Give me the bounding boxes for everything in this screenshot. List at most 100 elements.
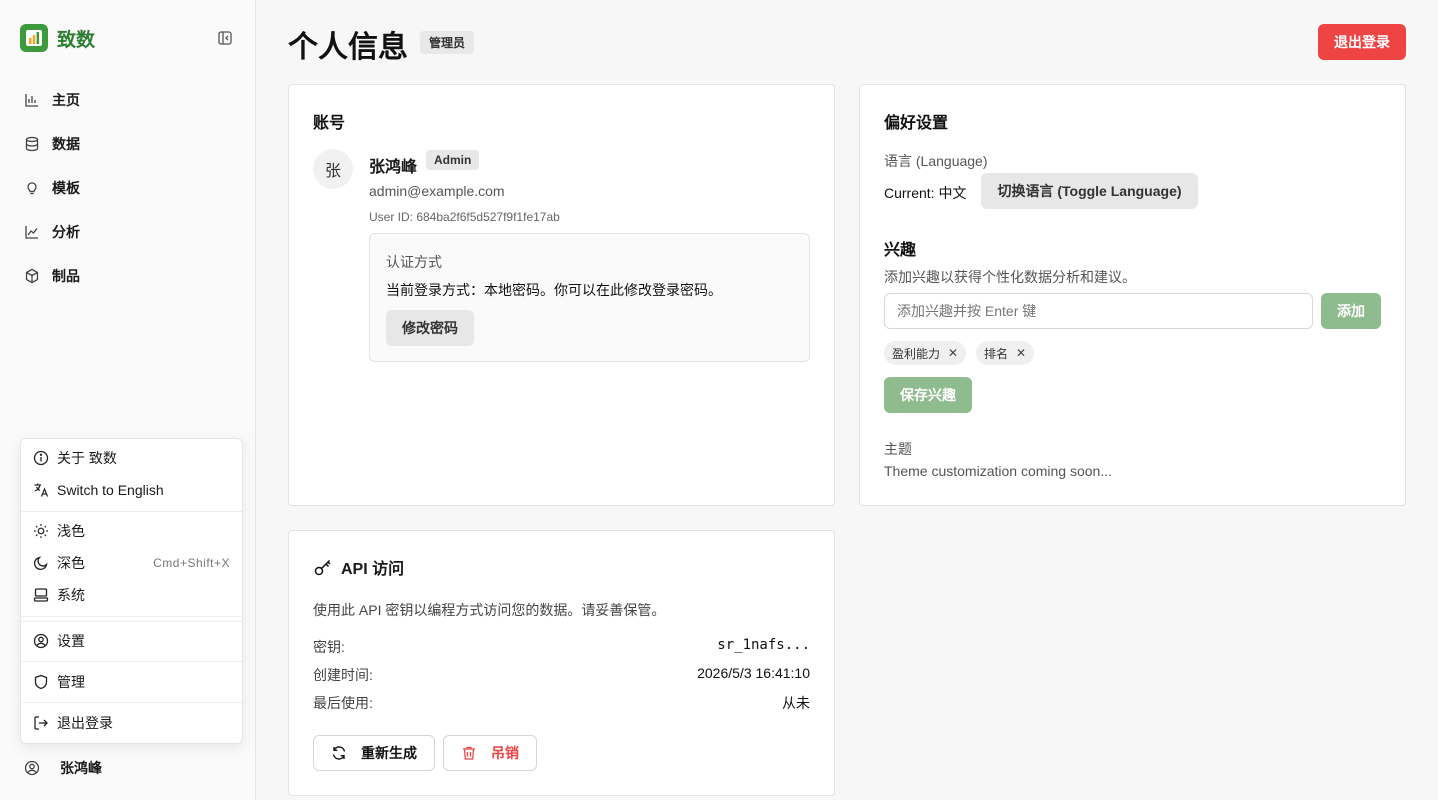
menu-divider — [21, 616, 242, 617]
nav-label: 制品 — [52, 268, 80, 284]
logout-button[interactable]: 退出登录 — [1318, 24, 1406, 60]
nav-label: 模板 — [52, 180, 80, 196]
nav-label: 数据 — [52, 136, 80, 152]
bar-chart-icon — [25, 94, 38, 107]
nav-item-data[interactable]: 数据 — [20, 128, 236, 160]
interest-input[interactable] — [884, 293, 1313, 329]
language-label: 语言 (Language) — [884, 153, 988, 169]
key-icon — [314, 559, 331, 576]
sidebar-collapse-button[interactable] — [216, 29, 234, 47]
menu-item-switch-language[interactable]: Switch to English — [21, 476, 242, 504]
interests-desc: 添加兴趣以获得个性化数据分析和建议。 — [884, 269, 1136, 285]
menu-label: Switch to English — [57, 482, 164, 498]
last-used-value: 从未 — [782, 695, 810, 711]
menu-label: 管理 — [57, 674, 85, 690]
preferences-card-title: 偏好设置 — [884, 115, 949, 132]
account-name: 张鸿峰 — [369, 159, 418, 176]
menu-divider — [21, 661, 242, 662]
database-icon — [25, 136, 39, 152]
auth-method-title: 认证方式 — [386, 254, 442, 270]
menu-item-theme-dark[interactable]: 深色 Cmd+Shift+X — [21, 549, 242, 577]
revoke-key-button[interactable]: 吊销 — [443, 735, 537, 771]
logout-icon — [34, 716, 48, 730]
sidebar-user-name: 张鸿峰 — [60, 760, 102, 776]
sun-icon — [34, 524, 48, 538]
monitor-icon — [33, 588, 49, 602]
app-name: 致数 — [57, 29, 96, 51]
menu-divider — [21, 702, 242, 703]
preferences-card: 偏好设置 语言 (Language) Current: 中文 切换语言 (Tog… — [859, 84, 1406, 506]
page-title: 个人信息 — [288, 31, 408, 64]
api-card-title: API 访问 — [313, 555, 404, 579]
api-key-label: 密钥: — [313, 639, 345, 655]
account-user-id: User ID: 684ba2f6f5d527f9f1fe17ab — [369, 210, 560, 224]
account-card-title: 账号 — [313, 115, 346, 132]
created-value: 2026/5/3 16:41:10 — [697, 665, 810, 681]
auth-method-desc: 当前登录方式：本地密码。你可以在此修改登录密码。 — [386, 282, 722, 298]
menu-label: 设置 — [57, 633, 85, 649]
tag-label: 排名 — [984, 346, 1009, 361]
interest-tag: 排名 ✕ — [976, 341, 1035, 365]
created-label: 创建时间: — [313, 667, 373, 683]
main-nav: 主页 数据 模板 分析 制品 — [20, 84, 236, 304]
brand[interactable]: 致数 — [20, 24, 95, 52]
interest-tag: 盈利能力 ✕ — [884, 341, 967, 365]
regenerate-label: 重新生成 — [361, 745, 417, 761]
menu-label: 关于 致数 — [57, 450, 117, 466]
remove-tag-icon[interactable]: ✕ — [1016, 346, 1026, 360]
nav-item-templates[interactable]: 模板 — [20, 172, 236, 204]
info-icon — [33, 450, 49, 466]
menu-item-logout[interactable]: 退出登录 — [21, 709, 242, 737]
cube-icon — [25, 268, 39, 284]
menu-label: 退出登录 — [57, 715, 113, 731]
account-card: 账号 张 张鸿峰 Admin admin@example.com User ID… — [288, 84, 835, 506]
save-interests-button[interactable]: 保存兴趣 — [884, 377, 972, 413]
sidebar-toggle-icon — [218, 31, 232, 45]
refresh-icon — [332, 746, 346, 760]
sidebar-user[interactable]: 张鸿峰 — [24, 758, 102, 778]
user-menu: 关于 致数 Switch to English 浅色 深色 Cmd+Shift+… — [20, 438, 243, 744]
api-card: API 访问 使用此 API 密钥以编程方式访问您的数据。请妥善保管。 密钥: … — [288, 530, 835, 796]
user-circle-icon — [24, 760, 40, 776]
theme-desc: Theme customization coming soon... — [884, 463, 1112, 479]
lightbulb-icon — [27, 182, 37, 195]
add-interest-button[interactable]: 添加 — [1321, 293, 1381, 329]
shield-icon — [34, 674, 48, 690]
moon-icon — [33, 556, 48, 571]
revoke-label: 吊销 — [491, 745, 519, 761]
nav-item-artifacts[interactable]: 制品 — [20, 260, 236, 292]
menu-label: 深色 — [57, 555, 85, 571]
last-used-label: 最后使用: — [313, 695, 373, 711]
menu-item-settings[interactable]: 设置 — [21, 627, 242, 655]
account-email: admin@example.com — [369, 183, 505, 199]
change-password-button[interactable]: 修改密码 — [386, 310, 474, 346]
avatar: 张 — [313, 149, 353, 189]
menu-label: 系统 — [57, 587, 85, 603]
api-desc: 使用此 API 密钥以编程方式访问您的数据。请妥善保管。 — [313, 602, 666, 618]
nav-item-home[interactable]: 主页 — [20, 84, 236, 116]
regenerate-key-button[interactable]: 重新生成 — [313, 735, 435, 771]
role-badge: 管理员 — [420, 31, 475, 54]
nav-label: 分析 — [52, 224, 80, 240]
menu-divider — [21, 511, 242, 512]
api-key-value: sr_1nafs... — [717, 637, 810, 653]
app-logo-icon — [20, 24, 48, 52]
toggle-language-button[interactable]: 切换语言 (Toggle Language) — [981, 173, 1198, 209]
menu-item-theme-system[interactable]: 系统 — [21, 581, 242, 609]
nav-item-analysis[interactable]: 分析 — [20, 216, 236, 248]
user-circle-icon — [33, 633, 49, 649]
api-title: API 访问 — [341, 561, 405, 578]
menu-item-theme-light[interactable]: 浅色 — [21, 517, 242, 545]
translate-icon — [34, 483, 49, 497]
tag-label: 盈利能力 — [892, 346, 941, 361]
current-language: Current: 中文 — [884, 185, 967, 201]
trash-icon — [463, 746, 475, 760]
menu-label: 浅色 — [57, 523, 85, 539]
remove-tag-icon[interactable]: ✕ — [948, 346, 958, 360]
menu-item-admin[interactable]: 管理 — [21, 668, 242, 696]
menu-divider — [21, 621, 242, 622]
interests-title: 兴趣 — [884, 242, 917, 259]
nav-label: 主页 — [52, 92, 80, 108]
line-chart-icon — [25, 226, 38, 239]
menu-item-about[interactable]: 关于 致数 — [21, 444, 242, 472]
